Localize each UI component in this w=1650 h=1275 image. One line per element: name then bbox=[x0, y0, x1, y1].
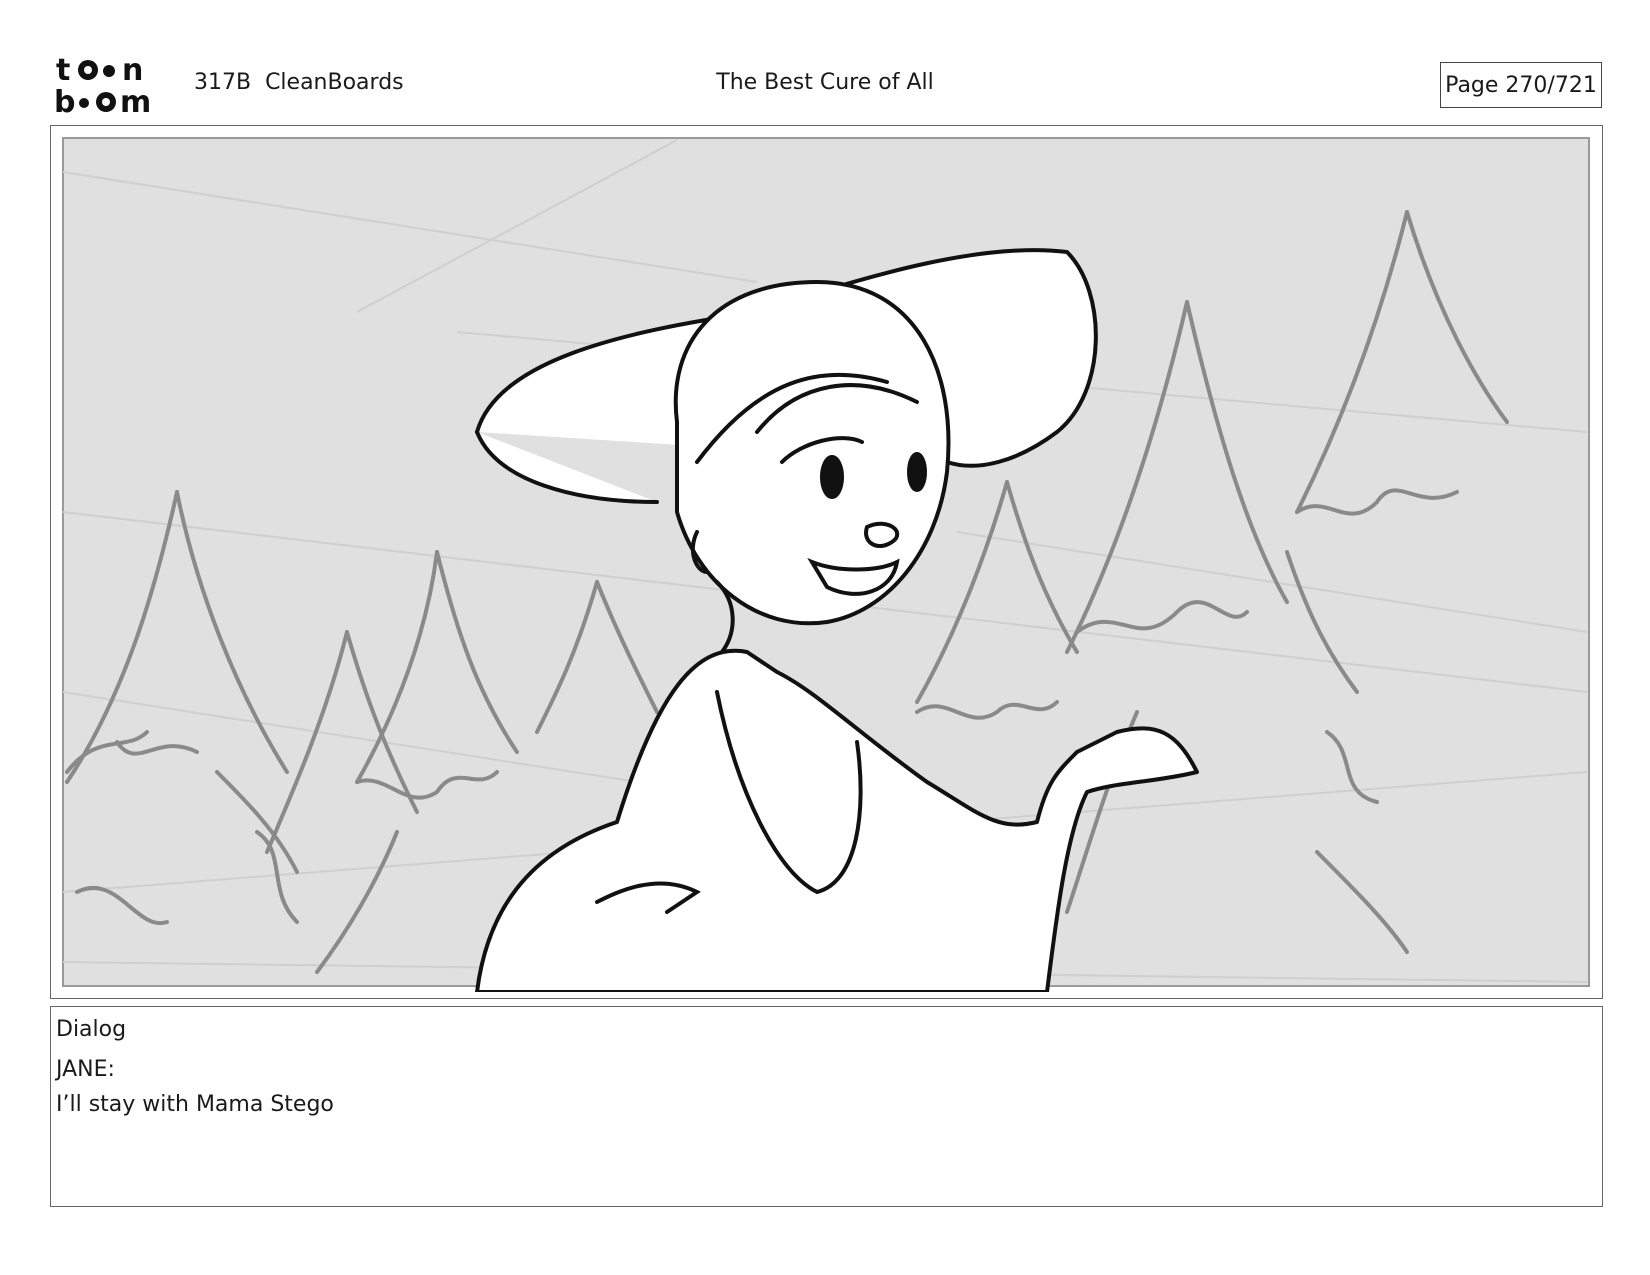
page-number: Page 270/721 bbox=[1440, 62, 1602, 108]
dialog-panel: Dialog JANE: I’ll stay with Mama Stego bbox=[50, 1006, 1603, 1207]
storyboard-sketch bbox=[57, 132, 1595, 992]
document-title: The Best Cure of All bbox=[716, 70, 934, 95]
dialog-speaker: JANE: bbox=[56, 1057, 115, 1082]
storyboard-panel bbox=[50, 125, 1603, 999]
dialog-label: Dialog bbox=[56, 1017, 127, 1042]
dialog-line: I’ll stay with Mama Stego bbox=[56, 1092, 334, 1117]
page-header: t n b m 317B CleanBoards The Best Cure o… bbox=[0, 0, 1650, 125]
